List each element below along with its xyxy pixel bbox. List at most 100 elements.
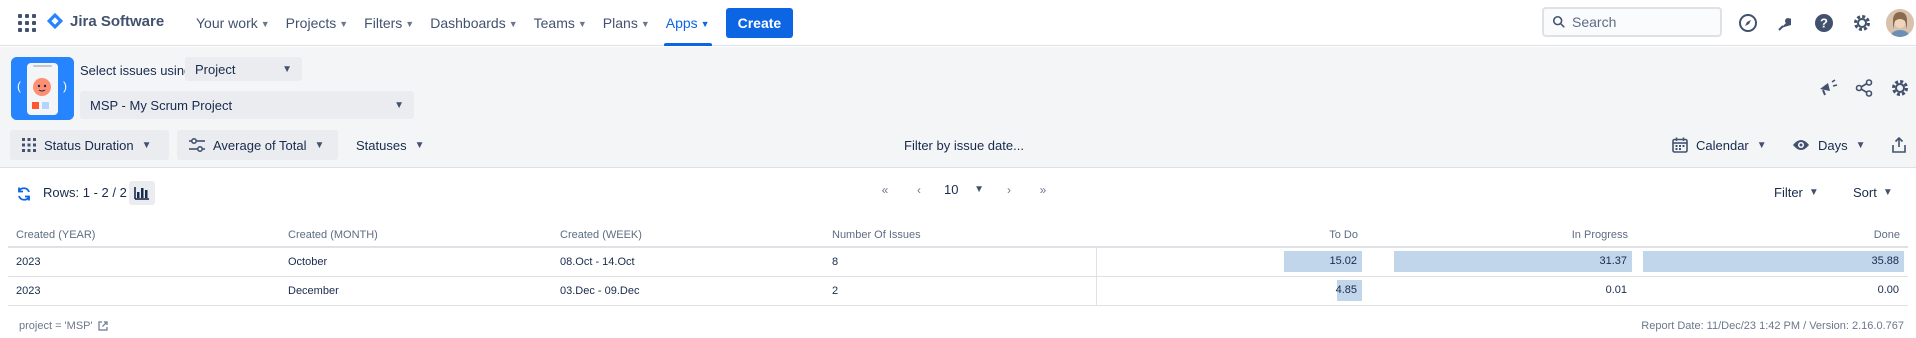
megaphone-icon[interactable] xyxy=(1816,76,1840,100)
chevron-down-icon: ▼ xyxy=(640,19,650,29)
cell-issues: 8 xyxy=(824,247,1096,277)
days-button[interactable]: Days ▼ xyxy=(1780,130,1878,160)
app-logo-icon: ( ) xyxy=(11,57,74,120)
previous-page-icon[interactable]: ‹ xyxy=(902,183,936,197)
chevron-down-icon: ▼ xyxy=(405,19,415,29)
project-value: MSP - My Scrum Project xyxy=(90,97,233,113)
avatar[interactable] xyxy=(1886,9,1914,37)
next-page-icon[interactable]: › xyxy=(992,183,1026,197)
cell-in-progress[interactable]: 31.37 xyxy=(1366,247,1636,277)
column-header-todo[interactable]: To Do xyxy=(1096,223,1366,248)
nav-item-label: Teams xyxy=(533,15,575,31)
column-header-in-progress[interactable]: In Progress xyxy=(1366,223,1636,248)
nav-item-your-work[interactable]: Your work ▼ xyxy=(188,0,278,46)
chevron-down-icon: ▼ xyxy=(1756,139,1767,151)
calendar-button[interactable]: Calendar ▼ xyxy=(1660,130,1779,160)
cell-todo[interactable]: 15.02 xyxy=(1095,247,1366,277)
cell-issues: 2 xyxy=(824,276,1096,306)
average-button[interactable]: Average of Total ▼ xyxy=(177,130,338,160)
chevron-down-icon: ▼ xyxy=(394,99,404,111)
chevron-down-icon: ▼ xyxy=(1882,187,1893,198)
filter-by-date-button[interactable]: Filter by issue date... xyxy=(892,130,1036,160)
issue-source-select[interactable]: Project ▼ xyxy=(185,57,302,81)
filter-button[interactable]: Filter ▼ xyxy=(1774,185,1819,200)
cell-todo[interactable]: 4.85 xyxy=(1095,276,1366,306)
calendar-icon xyxy=(1672,137,1688,153)
chevron-down-icon: ▼ xyxy=(260,19,270,29)
column-header-month[interactable]: Created (MONTH) xyxy=(280,223,552,248)
refresh-icon[interactable] xyxy=(15,185,33,203)
jira-logo[interactable]: Jira Software xyxy=(46,12,164,30)
column-header-week[interactable]: Created (WEEK) xyxy=(552,223,824,248)
nav-item-dashboards[interactable]: Dashboards ▼ xyxy=(422,0,525,46)
statuses-button[interactable]: Statuses ▼ xyxy=(344,130,437,160)
sort-button[interactable]: Sort ▼ xyxy=(1853,185,1893,200)
cell-in-progress[interactable]: 0.01 xyxy=(1366,276,1636,306)
status-duration-label: Status Duration xyxy=(44,137,134,153)
filter-label: Filter xyxy=(1774,185,1803,200)
cell-week: 08.Oct - 14.Oct xyxy=(552,247,824,277)
share-icon[interactable] xyxy=(1852,76,1876,100)
chevron-down-icon: ▼ xyxy=(314,139,325,151)
statuses-label: Statuses xyxy=(356,137,407,153)
cell-year: 2023 xyxy=(8,276,280,306)
export-button[interactable] xyxy=(1886,130,1912,160)
settings-icon[interactable] xyxy=(1888,76,1912,100)
cell-month: December xyxy=(280,276,552,306)
last-page-icon[interactable]: » xyxy=(1026,183,1060,197)
first-page-icon[interactable]: « xyxy=(868,183,902,197)
cell-value: 35.88 xyxy=(1871,255,1899,268)
top-right-icons: ? xyxy=(1734,9,1914,37)
compass-icon[interactable] xyxy=(1734,9,1762,37)
search-box[interactable] xyxy=(1542,7,1722,37)
chevron-down-icon: ▼ xyxy=(282,63,292,75)
search-icon xyxy=(1552,15,1565,28)
cell-week: 03.Dec - 09.Dec xyxy=(552,276,824,306)
nav-item-projects[interactable]: Projects ▼ xyxy=(278,0,357,46)
help-icon[interactable]: ? xyxy=(1810,9,1838,37)
jira-logo-icon xyxy=(46,12,64,30)
svg-text:): ) xyxy=(63,79,67,93)
filter-by-date-label: Filter by issue date... xyxy=(904,137,1024,153)
cell-year: 2023 xyxy=(8,247,280,277)
create-button[interactable]: Create xyxy=(725,8,794,38)
sliders-icon xyxy=(189,138,205,152)
external-link-icon xyxy=(97,321,108,331)
status-duration-button[interactable]: Status Duration ▼ xyxy=(10,130,169,160)
project-select[interactable]: MSP - My Scrum Project ▼ xyxy=(80,91,414,119)
jql-link[interactable]: project = 'MSP' xyxy=(19,320,108,332)
search-input[interactable] xyxy=(1572,14,1712,30)
cell-done[interactable]: 35.88 xyxy=(1636,247,1908,277)
nav-item-filters[interactable]: Filters ▼ xyxy=(356,0,422,46)
chart-toggle-icon[interactable] xyxy=(129,181,155,205)
report-header: ( ) Select issues using Project ▼ MSP - … xyxy=(0,47,1916,168)
duration-bar xyxy=(1642,251,1904,273)
nav-menu: Your work ▼ Projects ▼ Filters ▼ Dashboards… xyxy=(188,0,794,46)
top-navigation: Jira Software Your work ▼ Projects ▼ Filte… xyxy=(0,0,1916,46)
pagination: « ‹ 10 ▼ › » xyxy=(868,182,1060,197)
days-label: Days xyxy=(1818,137,1848,153)
column-header-issues[interactable]: Number Of Issues xyxy=(824,223,1096,248)
cell-value: 31.37 xyxy=(1599,255,1627,268)
column-header-done[interactable]: Done xyxy=(1636,223,1908,248)
calendar-label: Calendar xyxy=(1696,137,1749,153)
chevron-down-icon: ▼ xyxy=(974,184,984,195)
chevron-down-icon: ▼ xyxy=(700,19,710,29)
page-size-select[interactable]: 10 ▼ xyxy=(936,182,992,197)
cell-done[interactable]: 0.00 xyxy=(1636,276,1908,306)
nav-item-label: Plans xyxy=(602,15,638,31)
nav-item-label: Projects xyxy=(285,15,337,31)
notification-icon[interactable] xyxy=(1772,9,1800,37)
chevron-down-icon: ▼ xyxy=(339,19,349,29)
nav-item-label: Filters xyxy=(364,15,403,31)
select-issues-label: Select issues using xyxy=(80,63,192,78)
app-switcher-icon[interactable] xyxy=(16,12,38,34)
settings-icon[interactable] xyxy=(1848,9,1876,37)
nav-item-teams[interactable]: Teams ▼ xyxy=(526,0,595,46)
cell-value: 0.01 xyxy=(1605,284,1627,296)
duration-bar xyxy=(1393,251,1632,273)
nav-item-apps[interactable]: Apps ▼ xyxy=(658,0,718,46)
page-size-value: 10 xyxy=(944,182,959,197)
nav-item-plans[interactable]: Plans ▼ xyxy=(595,0,658,46)
column-header-year[interactable]: Created (YEAR) xyxy=(8,223,280,248)
